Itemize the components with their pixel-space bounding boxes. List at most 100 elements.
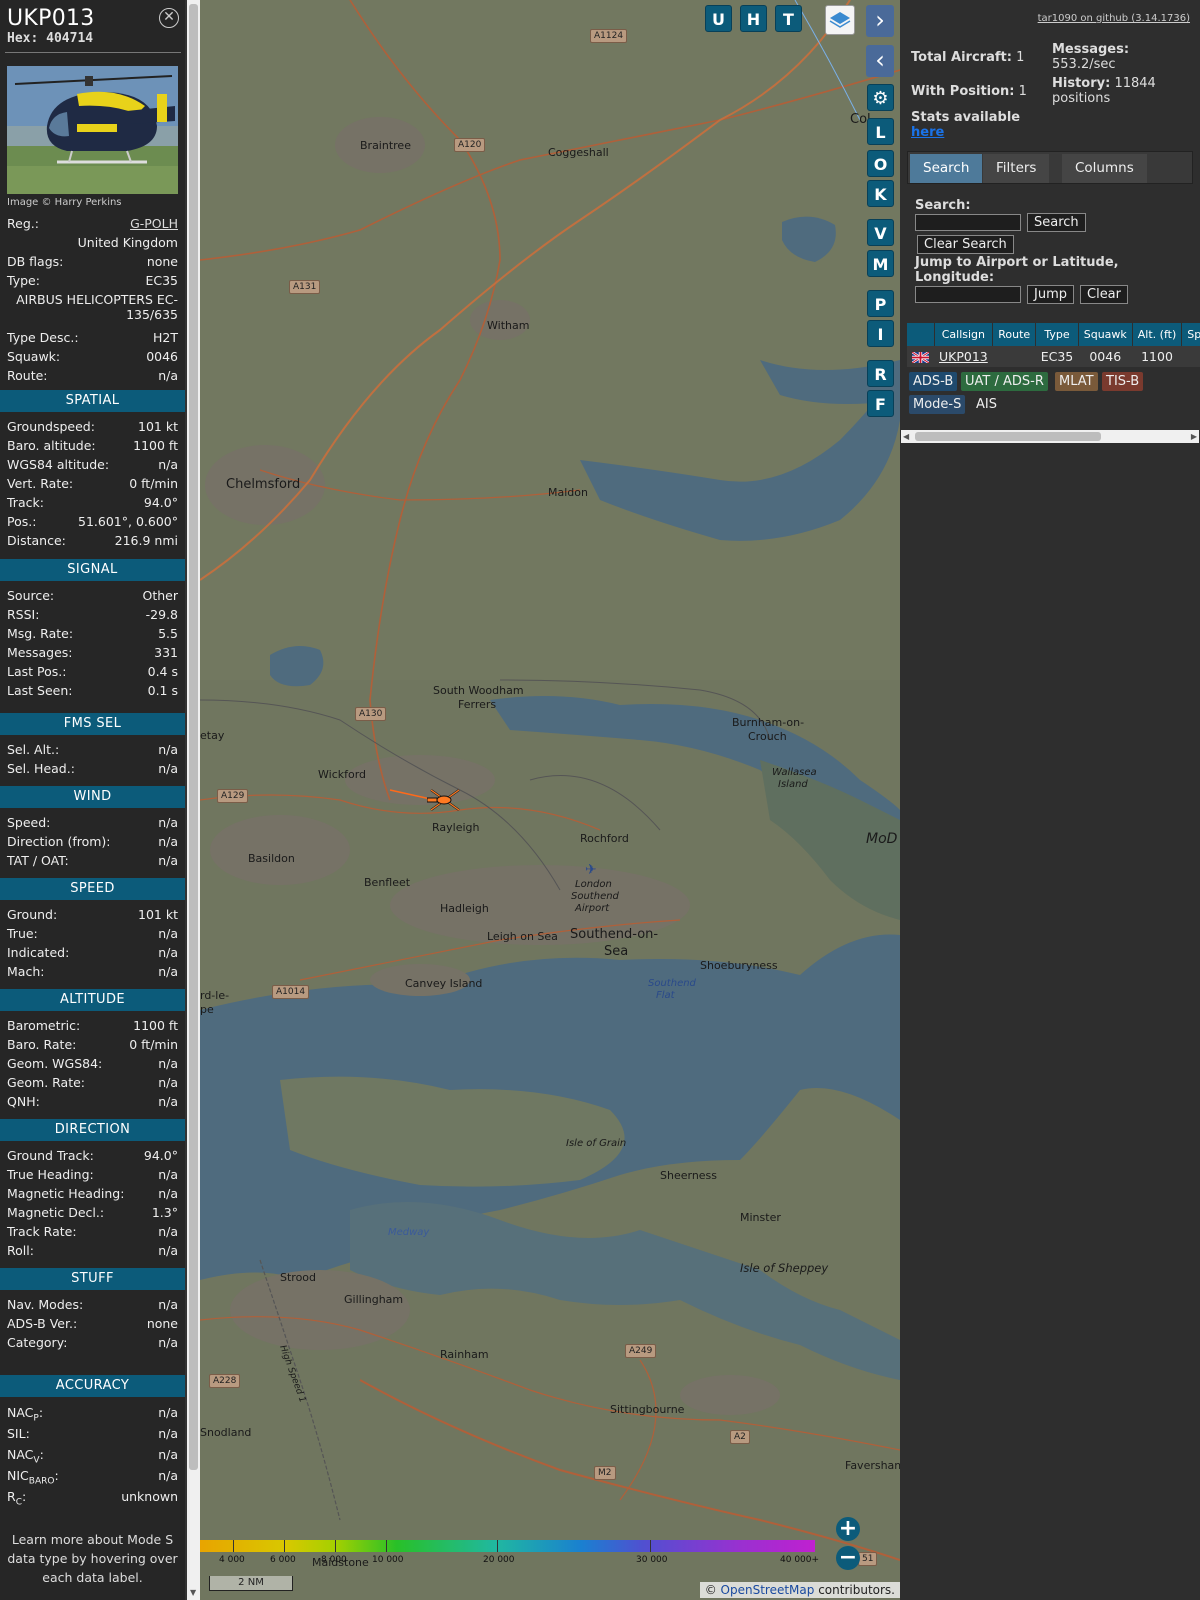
layers-button[interactable]	[825, 5, 855, 35]
info-row-label[interactable]: Roll:	[7, 1241, 34, 1260]
info-row-value: 51.601°, 0.600°	[78, 514, 178, 529]
info-row-label[interactable]: WGS84 altitude:	[7, 455, 109, 474]
info-row-label[interactable]: TAT / OAT:	[7, 851, 69, 870]
scroll-right-arrow-icon[interactable]: ▶	[1191, 430, 1197, 443]
button-v[interactable]: V	[867, 219, 894, 246]
scroll-down-arrow-icon[interactable]: ▼	[190, 1588, 196, 1597]
col-header-callsign[interactable]: Callsign	[934, 323, 994, 346]
info-row-label[interactable]: Magnetic Heading:	[7, 1184, 124, 1203]
button-o[interactable]: O	[867, 150, 894, 177]
info-row-label[interactable]: Magnetic Decl.:	[7, 1203, 104, 1222]
button-h[interactable]: H	[740, 5, 767, 32]
tab-columns[interactable]: Columns	[1062, 154, 1147, 183]
info-row-label[interactable]: Last Seen:	[7, 681, 72, 700]
table-horizontal-scrollbar[interactable]: ◀ ▶	[901, 430, 1199, 443]
button-p[interactable]: P	[867, 290, 894, 317]
table-row[interactable]: UKP013 EC35 0046 1100	[907, 346, 1200, 367]
info-row-label[interactable]: Ground Track:	[7, 1146, 94, 1165]
row-callsign[interactable]: UKP013	[934, 346, 993, 367]
button-k[interactable]: K	[867, 180, 894, 207]
col-header-flag[interactable]	[907, 323, 935, 346]
info-row-label[interactable]: Geom. WGS84:	[7, 1054, 102, 1073]
info-row-label[interactable]: Messages:	[7, 643, 73, 662]
info-row-label[interactable]: Last Pos.:	[7, 662, 66, 681]
info-row-label[interactable]: Baro. altitude:	[7, 436, 96, 455]
info-row-label[interactable]: Groundspeed:	[7, 417, 95, 436]
info-row-label[interactable]: Distance:	[7, 531, 66, 550]
info-scroll-thumb[interactable]	[189, 4, 198, 1470]
road-shield-a131: A131	[289, 280, 321, 294]
info-row-label[interactable]: True Heading:	[7, 1165, 94, 1184]
info-row-label[interactable]: RSSI:	[7, 605, 39, 624]
info-row-label[interactable]: NICBARO:	[7, 1465, 59, 1487]
close-icon[interactable]: ✕	[159, 8, 179, 28]
col-header-squawk[interactable]: Squawk	[1078, 323, 1133, 346]
info-row-label[interactable]: Baro. Rate:	[7, 1035, 76, 1054]
info-row-label[interactable]: Geom. Rate:	[7, 1073, 85, 1092]
info-row-label[interactable]: Sel. Alt.:	[7, 740, 59, 759]
info-row-label[interactable]: Source:	[7, 586, 54, 605]
info-row-label[interactable]: ADS-B Ver.:	[7, 1314, 77, 1333]
clear-search-button[interactable]: Clear Search	[917, 235, 1014, 254]
map-view[interactable]: Braintree Coggeshall Witham Chelmsford M…	[200, 0, 900, 1600]
expand-right-button[interactable]: ›	[866, 5, 894, 37]
button-l[interactable]: L	[867, 118, 894, 145]
info-row-label[interactable]: Nav. Modes:	[7, 1295, 83, 1314]
info-row-label[interactable]: Mach:	[7, 962, 44, 981]
scroll-left-arrow-icon[interactable]: ◀	[903, 430, 909, 443]
info-row-label[interactable]: RC:	[7, 1486, 26, 1508]
info-row-label[interactable]: NACV:	[7, 1444, 44, 1466]
helicopter-icon[interactable]	[427, 786, 463, 814]
info-row-label[interactable]: Sel. Head.:	[7, 759, 75, 778]
info-row-label[interactable]: SIL:	[7, 1423, 30, 1444]
info-row-value: n/a	[158, 964, 178, 979]
hex-label: Hex:	[7, 31, 39, 46]
col-header-route[interactable]: Route	[992, 323, 1037, 346]
info-row-label[interactable]: Barometric:	[7, 1016, 80, 1035]
info-row-label-text: R	[7, 1489, 16, 1504]
button-m[interactable]: M	[867, 250, 894, 277]
info-row-label[interactable]: QNH:	[7, 1092, 40, 1111]
info-row-label[interactable]: True:	[7, 924, 38, 943]
info-row-label[interactable]: Pos.:	[7, 512, 36, 531]
aircraft-photo[interactable]	[7, 66, 178, 194]
osm-link[interactable]: OpenStreetMap	[721, 1583, 815, 1597]
stats-here-link[interactable]: here	[911, 125, 944, 140]
map-background	[200, 0, 900, 1600]
settings-button[interactable]: ⚙	[867, 84, 894, 111]
hscroll-thumb[interactable]	[915, 432, 1101, 441]
zoom-out-button[interactable]: −	[836, 1546, 860, 1570]
info-row-label[interactable]: Direction (from):	[7, 832, 111, 851]
col-header-speed[interactable]: Spd.	[1181, 323, 1200, 346]
collapse-left-button[interactable]: ‹	[866, 45, 894, 77]
info-row-label[interactable]: Category:	[7, 1333, 67, 1352]
jump-button[interactable]: Jump	[1027, 285, 1074, 304]
github-link[interactable]: tar1090 on github (3.14.1736)	[1038, 13, 1190, 24]
search-button[interactable]: Search	[1027, 213, 1086, 232]
tab-filters[interactable]: Filters	[983, 154, 1050, 183]
info-row-value: 94.0°	[143, 495, 178, 510]
col-header-type[interactable]: Type	[1035, 323, 1079, 346]
button-t[interactable]: T	[775, 5, 802, 32]
info-row-label[interactable]: Indicated:	[7, 943, 69, 962]
info-row-label[interactable]: Msg. Rate:	[7, 624, 73, 643]
button-u[interactable]: U	[705, 5, 732, 32]
info-panel-scrollbar[interactable]: ▼	[187, 0, 200, 1600]
search-input[interactable]	[915, 214, 1021, 231]
info-row-label[interactable]: Track Rate:	[7, 1222, 77, 1241]
button-f[interactable]: F	[867, 390, 894, 417]
reg-link[interactable]: G-POLH	[130, 214, 178, 233]
tab-search[interactable]: Search	[910, 154, 983, 183]
zoom-in-button[interactable]: +	[836, 1517, 860, 1541]
clear-button[interactable]: Clear	[1080, 285, 1128, 304]
info-row-label[interactable]: Vert. Rate:	[7, 474, 73, 493]
info-row-label[interactable]: NACP:	[7, 1402, 43, 1424]
button-i[interactable]: I	[867, 320, 894, 347]
jump-input[interactable]	[915, 286, 1021, 303]
info-row-value: n/a	[158, 1224, 178, 1239]
info-row-label[interactable]: Speed:	[7, 813, 50, 832]
col-header-altitude[interactable]: Alt. (ft)	[1132, 323, 1183, 346]
button-r[interactable]: R	[867, 360, 894, 387]
info-row-label[interactable]: Track:	[7, 493, 44, 512]
info-row-label[interactable]: Ground:	[7, 905, 57, 924]
